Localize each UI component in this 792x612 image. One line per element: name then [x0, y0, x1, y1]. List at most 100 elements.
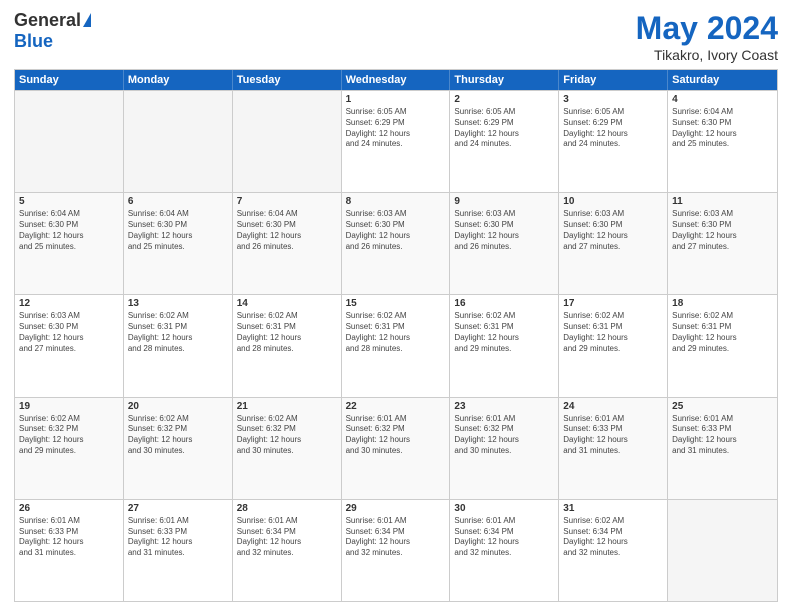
day-number: 12 — [19, 298, 119, 309]
day-header-wednesday: Wednesday — [342, 70, 451, 90]
day-header-sunday: Sunday — [15, 70, 124, 90]
cal-cell-20: 20 Sunrise: 6:02 AMSunset: 6:32 PMDayligh… — [124, 398, 233, 499]
cell-sun-info: Sunrise: 6:02 AMSunset: 6:32 PMDaylight:… — [237, 414, 337, 457]
day-number: 3 — [563, 94, 663, 105]
cell-sun-info: Sunrise: 6:03 AMSunset: 6:30 PMDaylight:… — [672, 209, 773, 252]
cal-cell-5: 5Sunrise: 6:04 AMSunset: 6:30 PMDaylight… — [15, 193, 124, 294]
calendar-header-row: SundayMondayTuesdayWednesdayThursdayFrid… — [15, 70, 777, 90]
cell-sun-info: Sunrise: 6:01 AMSunset: 6:33 PMDaylight:… — [128, 516, 228, 559]
cell-sun-info: Sunrise: 6:05 AMSunset: 6:29 PMDaylight:… — [454, 107, 554, 150]
header: General Blue May 2024 Tikakro, Ivory Coa… — [14, 10, 778, 63]
cell-sun-info: Sunrise: 6:05 AMSunset: 6:29 PMDaylight:… — [346, 107, 446, 150]
title-section: May 2024 Tikakro, Ivory Coast — [636, 10, 778, 63]
cell-sun-info: Sunrise: 6:01 AMSunset: 6:32 PMDaylight:… — [346, 414, 446, 457]
calendar-row-3: 19 Sunrise: 6:02 AMSunset: 6:32 PMDayligh… — [15, 397, 777, 499]
day-number: 26 — [19, 503, 119, 514]
month-title: May 2024 — [636, 10, 778, 47]
day-number: 11 — [672, 196, 773, 207]
day-header-tuesday: Tuesday — [233, 70, 342, 90]
logo-arrow-icon — [83, 13, 91, 27]
logo-blue-text: Blue — [14, 31, 53, 52]
cell-sun-info: Sunrise: 6:02 AMSunset: 6:31 PMDaylight:… — [128, 311, 228, 354]
cal-cell-6: 6 Sunrise: 6:04 AMSunset: 6:30 PMDaylight… — [124, 193, 233, 294]
cell-sun-info: Sunrise: 6:04 AMSunset: 6:30 PMDaylight:… — [237, 209, 337, 252]
day-number: 14 — [237, 298, 337, 309]
day-number: 27 — [128, 503, 228, 514]
calendar-row-1: 5Sunrise: 6:04 AMSunset: 6:30 PMDaylight… — [15, 192, 777, 294]
cell-sun-info: Sunrise: 6:01 AMSunset: 6:33 PMDaylight:… — [672, 414, 773, 457]
day-number: 25 — [672, 401, 773, 412]
cell-sun-info: Sunrise: 6:03 AMSunset: 6:30 PMDaylight:… — [454, 209, 554, 252]
day-number: 10 — [563, 196, 663, 207]
cal-cell-1: 1 Sunrise: 6:05 AMSunset: 6:29 PMDaylight… — [342, 91, 451, 192]
cal-cell-13: 13 Sunrise: 6:02 AMSunset: 6:31 PMDayligh… — [124, 295, 233, 396]
day-number: 8 — [346, 196, 446, 207]
day-number: 20 — [128, 401, 228, 412]
cal-cell-18: 18 Sunrise: 6:02 AMSunset: 6:31 PMDayligh… — [668, 295, 777, 396]
day-number: 24 — [563, 401, 663, 412]
cell-sun-info: Sunrise: 6:03 AMSunset: 6:30 PMDaylight:… — [346, 209, 446, 252]
calendar-row-2: 12 Sunrise: 6:03 AMSunset: 6:30 PMDayligh… — [15, 294, 777, 396]
day-number: 7 — [237, 196, 337, 207]
cell-sun-info: Sunrise: 6:01 AMSunset: 6:34 PMDaylight:… — [346, 516, 446, 559]
day-header-thursday: Thursday — [450, 70, 559, 90]
day-number: 1 — [346, 94, 446, 105]
cal-cell-empty-0-1 — [124, 91, 233, 192]
day-number: 21 — [237, 401, 337, 412]
cell-sun-info: Sunrise: 6:02 AMSunset: 6:32 PMDaylight:… — [19, 414, 119, 457]
logo-general-text: General — [14, 10, 81, 31]
cal-cell-27: 27 Sunrise: 6:01 AMSunset: 6:33 PMDayligh… — [124, 500, 233, 601]
logo: General Blue — [14, 10, 91, 52]
cell-sun-info: Sunrise: 6:03 AMSunset: 6:30 PMDaylight:… — [563, 209, 663, 252]
cell-sun-info: Sunrise: 6:03 AMSunset: 6:30 PMDaylight:… — [19, 311, 119, 354]
cal-cell-empty-0-0 — [15, 91, 124, 192]
cell-sun-info: Sunrise: 6:01 AMSunset: 6:33 PMDaylight:… — [19, 516, 119, 559]
cell-sun-info: Sunrise: 6:02 AMSunset: 6:34 PMDaylight:… — [563, 516, 663, 559]
day-number: 31 — [563, 503, 663, 514]
cell-sun-info: Sunrise: 6:01 AMSunset: 6:34 PMDaylight:… — [237, 516, 337, 559]
day-number: 15 — [346, 298, 446, 309]
day-number: 16 — [454, 298, 554, 309]
location-title: Tikakro, Ivory Coast — [636, 47, 778, 63]
cal-cell-11: 11 Sunrise: 6:03 AMSunset: 6:30 PMDayligh… — [668, 193, 777, 294]
page: General Blue May 2024 Tikakro, Ivory Coa… — [0, 0, 792, 612]
cal-cell-22: 22 Sunrise: 6:01 AMSunset: 6:32 PMDayligh… — [342, 398, 451, 499]
cal-cell-14: 14Sunrise: 6:02 AMSunset: 6:31 PMDayligh… — [233, 295, 342, 396]
day-number: 18 — [672, 298, 773, 309]
cal-cell-29: 29 Sunrise: 6:01 AMSunset: 6:34 PMDayligh… — [342, 500, 451, 601]
day-number: 28 — [237, 503, 337, 514]
day-number: 2 — [454, 94, 554, 105]
cell-sun-info: Sunrise: 6:02 AMSunset: 6:32 PMDaylight:… — [128, 414, 228, 457]
cell-sun-info: Sunrise: 6:02 AMSunset: 6:31 PMDaylight:… — [454, 311, 554, 354]
calendar-body: 1 Sunrise: 6:05 AMSunset: 6:29 PMDaylight… — [15, 90, 777, 601]
cal-cell-empty-4-6 — [668, 500, 777, 601]
cal-cell-3: 3Sunrise: 6:05 AMSunset: 6:29 PMDaylight… — [559, 91, 668, 192]
cell-sun-info: Sunrise: 6:02 AMSunset: 6:31 PMDaylight:… — [672, 311, 773, 354]
day-number: 29 — [346, 503, 446, 514]
cal-cell-7: 7 Sunrise: 6:04 AMSunset: 6:30 PMDaylight… — [233, 193, 342, 294]
cal-cell-9: 9 Sunrise: 6:03 AMSunset: 6:30 PMDaylight… — [450, 193, 559, 294]
day-number: 30 — [454, 503, 554, 514]
cal-cell-12: 12 Sunrise: 6:03 AMSunset: 6:30 PMDayligh… — [15, 295, 124, 396]
cell-sun-info: Sunrise: 6:04 AMSunset: 6:30 PMDaylight:… — [19, 209, 119, 252]
cal-cell-26: 26 Sunrise: 6:01 AMSunset: 6:33 PMDayligh… — [15, 500, 124, 601]
cal-cell-15: 15 Sunrise: 6:02 AMSunset: 6:31 PMDayligh… — [342, 295, 451, 396]
day-header-saturday: Saturday — [668, 70, 777, 90]
cell-sun-info: Sunrise: 6:01 AMSunset: 6:32 PMDaylight:… — [454, 414, 554, 457]
cal-cell-19: 19 Sunrise: 6:02 AMSunset: 6:32 PMDayligh… — [15, 398, 124, 499]
day-number: 23 — [454, 401, 554, 412]
day-number: 6 — [128, 196, 228, 207]
cal-cell-16: 16 Sunrise: 6:02 AMSunset: 6:31 PMDayligh… — [450, 295, 559, 396]
day-number: 9 — [454, 196, 554, 207]
cal-cell-30: 30Sunrise: 6:01 AMSunset: 6:34 PMDayligh… — [450, 500, 559, 601]
cell-sun-info: Sunrise: 6:02 AMSunset: 6:31 PMDaylight:… — [346, 311, 446, 354]
cal-cell-28: 28 Sunrise: 6:01 AMSunset: 6:34 PMDayligh… — [233, 500, 342, 601]
cal-cell-23: 23 Sunrise: 6:01 AMSunset: 6:32 PMDayligh… — [450, 398, 559, 499]
day-number: 13 — [128, 298, 228, 309]
cal-cell-10: 10 Sunrise: 6:03 AMSunset: 6:30 PMDayligh… — [559, 193, 668, 294]
day-number: 22 — [346, 401, 446, 412]
cell-sun-info: Sunrise: 6:04 AMSunset: 6:30 PMDaylight:… — [128, 209, 228, 252]
day-number: 19 — [19, 401, 119, 412]
cal-cell-21: 21 Sunrise: 6:02 AMSunset: 6:32 PMDayligh… — [233, 398, 342, 499]
cell-sun-info: Sunrise: 6:04 AMSunset: 6:30 PMDaylight:… — [672, 107, 773, 150]
